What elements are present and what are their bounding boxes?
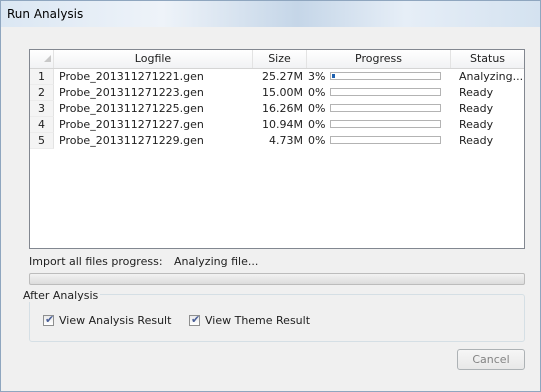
row-status: Ready bbox=[459, 102, 494, 115]
table-row[interactable]: 4 Probe_201311271227.gen 10.94M 0% Ready bbox=[30, 117, 524, 133]
header-logfile[interactable]: Logfile bbox=[54, 50, 253, 68]
table-row[interactable]: 2 Probe_201311271223.gen 15.00M 0% Ready bbox=[30, 85, 524, 101]
row-status: Ready bbox=[459, 134, 494, 147]
row-number: 3 bbox=[30, 101, 54, 117]
row-progress-bar bbox=[330, 104, 441, 112]
progress-percent: 0% bbox=[308, 102, 326, 115]
import-progress-status: Analyzing file... bbox=[174, 255, 259, 268]
checkmark-icon: ✔ bbox=[45, 313, 55, 326]
header-status[interactable]: Status bbox=[451, 50, 524, 68]
progress-percent: 3% bbox=[308, 70, 326, 83]
dialog-client-area: Logfile Size Progress Status 1 Probe_201… bbox=[7, 29, 534, 387]
row-progress-bar bbox=[330, 72, 441, 80]
logfile-name: Probe_201311271223.gen bbox=[59, 86, 204, 99]
logfile-name: Probe_201311271225.gen bbox=[59, 102, 204, 115]
row-status: Ready bbox=[459, 118, 494, 131]
file-size: 10.94M bbox=[262, 118, 303, 131]
row-status: Ready bbox=[459, 86, 494, 99]
header-row-number[interactable] bbox=[30, 50, 54, 68]
progress-percent: 0% bbox=[308, 134, 326, 147]
after-analysis-title: After Analysis bbox=[21, 289, 101, 302]
table-row[interactable]: 1 Probe_201311271221.gen 25.27M 3% Analy… bbox=[30, 69, 524, 85]
checkmark-icon: ✔ bbox=[191, 313, 201, 326]
file-size: 16.26M bbox=[262, 102, 303, 115]
row-progress-bar bbox=[330, 88, 441, 96]
file-size: 15.00M bbox=[262, 86, 303, 99]
run-analysis-window: Run Analysis Logfile Size Progress Statu… bbox=[0, 0, 541, 392]
list-header: Logfile Size Progress Status bbox=[30, 50, 524, 69]
window-title: Run Analysis bbox=[7, 7, 84, 21]
cancel-button[interactable]: Cancel bbox=[457, 349, 525, 370]
logfile-name: Probe_201311271229.gen bbox=[59, 134, 204, 147]
table-row[interactable]: 5 Probe_201311271229.gen 4.73M 0% Ready bbox=[30, 133, 524, 149]
row-number: 4 bbox=[30, 117, 54, 133]
row-progress-fill bbox=[332, 74, 335, 78]
row-number: 2 bbox=[30, 85, 54, 101]
row-progress-bar bbox=[330, 120, 441, 128]
logfile-name: Probe_201311271221.gen bbox=[59, 70, 204, 83]
table-row[interactable]: 3 Probe_201311271225.gen 16.26M 0% Ready bbox=[30, 101, 524, 117]
corner-triangle-icon bbox=[44, 55, 51, 62]
row-status: Analyzing... bbox=[459, 70, 524, 83]
file-size: 4.73M bbox=[269, 134, 303, 147]
file-size: 25.27M bbox=[262, 70, 303, 83]
view-theme-result-label[interactable]: View Theme Result bbox=[205, 314, 310, 327]
header-size[interactable]: Size bbox=[253, 50, 307, 68]
logfile-list[interactable]: Logfile Size Progress Status 1 Probe_201… bbox=[29, 49, 525, 249]
logfile-name: Probe_201311271227.gen bbox=[59, 118, 204, 131]
view-analysis-result-label[interactable]: View Analysis Result bbox=[59, 314, 171, 327]
progress-percent: 0% bbox=[308, 118, 326, 131]
checkbox-box[interactable]: ✔ bbox=[43, 313, 55, 326]
import-progress-bar bbox=[29, 273, 525, 285]
import-progress-label: Import all files progress: bbox=[29, 255, 163, 268]
header-progress[interactable]: Progress bbox=[307, 50, 451, 68]
checkbox-box[interactable]: ✔ bbox=[189, 313, 201, 326]
row-number: 5 bbox=[30, 133, 54, 149]
row-number: 1 bbox=[30, 69, 54, 85]
title-bar[interactable]: Run Analysis bbox=[1, 1, 540, 27]
row-progress-bar bbox=[330, 136, 441, 144]
progress-percent: 0% bbox=[308, 86, 326, 99]
